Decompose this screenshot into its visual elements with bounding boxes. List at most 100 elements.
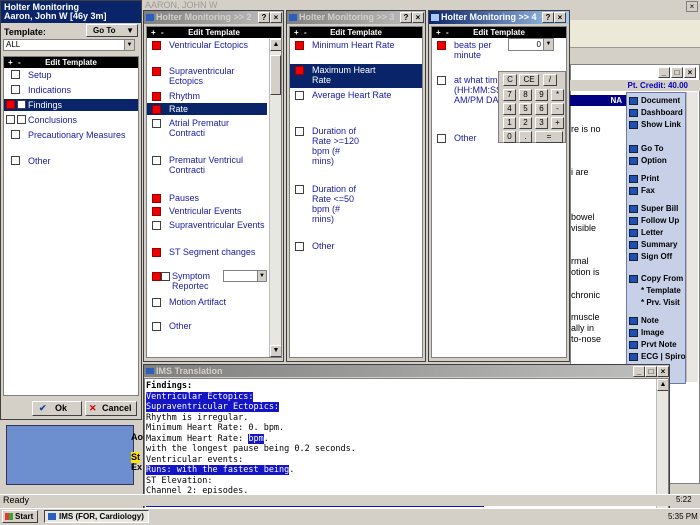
calc-key-7[interactable]: 4 [503,103,516,115]
minimize-icon[interactable]: _ [633,366,645,377]
calc-key-4[interactable]: 8 [519,89,532,101]
template-item[interactable]: Setup [4,69,138,81]
action-10[interactable]: Summary [627,239,687,251]
action-2[interactable]: Show Link [627,119,687,131]
w2-item[interactable]: Rhythm [147,90,267,102]
checkbox-icon[interactable] [152,119,161,128]
w2-item[interactable]: Pauses [147,192,267,204]
action-0[interactable]: Document [627,95,687,107]
template-item[interactable]: Other [4,155,138,167]
action-6[interactable]: Fax [627,185,687,197]
template-select[interactable]: ALL ▼ [3,39,135,51]
action-9[interactable]: Letter [627,227,687,239]
checkbox-icon[interactable] [295,127,304,136]
scroll-up-icon[interactable]: ▲ [657,379,668,391]
template-item[interactable]: Indications [4,84,138,96]
action-5[interactable]: Print [627,173,687,185]
w3-item[interactable]: Other [290,240,422,252]
w3-item[interactable]: Duration of Rate <=50 bpm (# mins) [290,183,422,239]
action-17[interactable]: Prvt Note [627,339,687,351]
checkbox-icon[interactable] [152,41,161,50]
action-11[interactable]: Sign Off [627,251,687,263]
ok-button[interactable]: ✔ Ok [32,401,82,416]
restore-icon[interactable]: □ [671,67,683,78]
edit-template-label[interactable]: Edit Template [4,57,138,68]
template-item[interactable]: Precautionary Measures [4,129,138,151]
cancel-button[interactable]: ✕ Cancel [85,401,137,416]
calc-key-0[interactable]: C [503,74,517,86]
checkbox-icon[interactable] [295,41,304,50]
action-16[interactable]: Image [627,327,687,339]
close-icon[interactable]: × [554,12,566,23]
taskbar-task[interactable]: IMS (FOR, Cardiology) [44,510,149,523]
w4-item[interactable]: beats per minute [432,39,494,73]
calc-key-13[interactable]: 3 [535,117,548,129]
checkbox-icon[interactable] [437,134,446,143]
checkbox-icon[interactable] [11,156,20,165]
action-7[interactable]: Super Bill [627,203,687,215]
close-icon[interactable]: × [686,1,698,12]
action-18[interactable]: ECG | Spiro [627,351,687,363]
calc-key-2[interactable]: / [543,74,557,86]
action-1[interactable]: Dashboard [627,107,687,119]
action-12[interactable]: Copy From [627,273,687,285]
edit-template-label[interactable]: Edit Template [290,27,422,38]
help-icon[interactable]: ? [400,12,412,23]
w2-item[interactable]: Prematur Ventricul Contracti [147,154,267,190]
w2-item[interactable]: Rate [147,103,267,115]
checkbox-icon[interactable] [152,221,161,230]
checkbox-icon[interactable] [17,100,26,109]
w3-item[interactable]: Minimum Heart Rate [290,39,422,63]
calc-key-10[interactable]: - [551,103,564,115]
calc-key-12[interactable]: 2 [519,117,532,129]
action-15[interactable]: Note [627,315,687,327]
start-button[interactable]: Start [2,510,38,523]
close-icon[interactable]: × [412,12,424,23]
w2-item[interactable]: Ventricular Ectopics [147,39,267,63]
w2-item[interactable]: Ventricular Events [147,205,267,217]
calc-key-1[interactable]: CE [519,74,539,86]
calc-key-5[interactable]: 9 [535,89,548,101]
w2-item[interactable]: Atrial Prematur Contracti [147,117,267,153]
minimize-icon[interactable]: _ [658,67,670,78]
goto-button[interactable]: Go To ▼ [86,24,138,37]
checkbox-icon[interactable] [437,76,446,85]
calc-key-14[interactable]: + [551,117,564,129]
checkbox-icon[interactable] [152,105,161,114]
checkbox-icon[interactable] [152,194,161,203]
calc-key-9[interactable]: 6 [535,103,548,115]
close-icon[interactable]: × [270,12,282,23]
scrollbar[interactable]: ▲ [656,379,668,510]
checkbox-icon[interactable] [6,115,15,124]
w3-item[interactable]: Maximum Heart Rate [290,64,422,88]
checkbox-icon[interactable] [152,156,161,165]
w2-item[interactable]: Motion Artifact [147,296,267,318]
template-item[interactable]: Findings [4,99,138,111]
action-3[interactable]: Go To [627,143,687,155]
help-icon[interactable]: ? [542,12,554,23]
checkbox-icon[interactable] [11,85,20,94]
w3-item[interactable]: Average Heart Rate [290,89,422,123]
template-item[interactable]: Conclusions [4,114,138,126]
checkbox-icon[interactable] [161,272,170,281]
calc-key-11[interactable]: 1 [503,117,516,129]
edit-template-label[interactable]: Edit Template [147,27,281,38]
w2-item[interactable]: Symptom Reportec ▼ [147,270,267,294]
edit-template-label[interactable]: Edit Template [432,27,566,38]
w3-item[interactable]: Duration of Rate >=120 bpm (# mins) [290,125,422,181]
calc-key-16[interactable]: . [519,131,532,143]
checkbox-icon[interactable] [11,70,20,79]
scroll-up-icon[interactable]: ▲ [270,39,281,51]
action-13[interactable]: * Template [627,285,687,297]
value-input[interactable]: 0 ▼ [508,38,554,51]
maximize-icon[interactable]: □ [645,366,657,377]
checkbox-icon[interactable] [437,41,446,50]
scrollbar[interactable]: ▲ ▼ [269,39,281,357]
checkbox-icon[interactable] [152,298,161,307]
calc-key-3[interactable]: 7 [503,89,516,101]
calc-key-6[interactable]: * [551,89,564,101]
action-4[interactable]: Option [627,155,687,167]
checkbox-icon[interactable] [152,322,161,331]
action-8[interactable]: Follow Up [627,215,687,227]
checkbox-icon[interactable] [295,242,304,251]
